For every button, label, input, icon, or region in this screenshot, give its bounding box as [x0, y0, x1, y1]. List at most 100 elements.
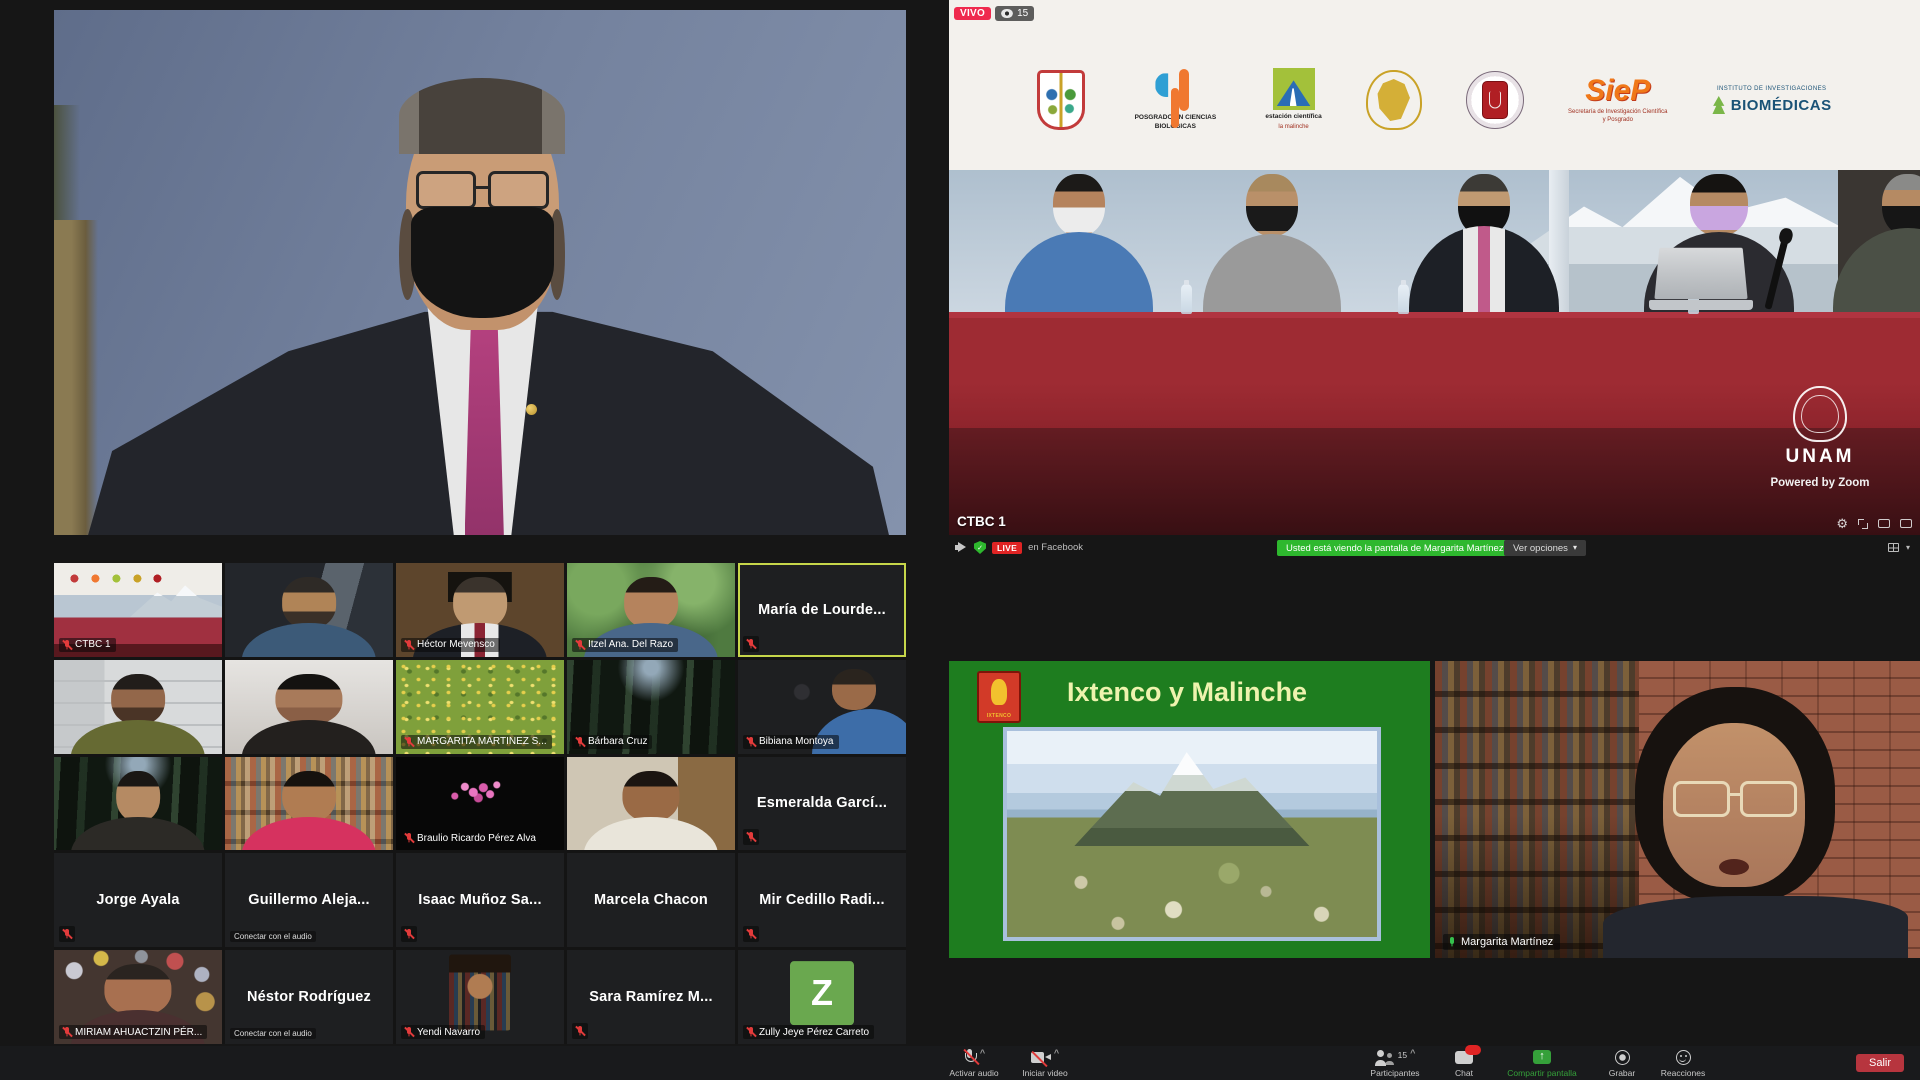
expand-icon[interactable]: [1858, 519, 1868, 529]
uat-seal-icon: [1466, 71, 1524, 129]
screen-share-bar: ✓ LIVE en Facebook Usted está viendo la …: [949, 539, 1920, 559]
participant-tile[interactable]: Marcela Chacon: [567, 853, 735, 947]
reactions-button[interactable]: Reacciones: [1650, 1049, 1716, 1078]
participant-name: CTBC 1: [75, 639, 111, 650]
laptop: [1649, 246, 1753, 310]
participant-tile[interactable]: Mir Cedillo Radi...: [738, 853, 906, 947]
zoom-meeting-window: POSGRADO EN CIENCIAS BIOLÓGICASestación …: [0, 0, 1920, 1080]
malinche-mountain-photo: [1003, 727, 1381, 941]
muted-mic-badge: [401, 926, 417, 942]
panel-room-video[interactable]: POSGRADO EN CIENCIAS BIOLÓGICASestación …: [949, 0, 1920, 535]
muted-mic-badge: [743, 829, 759, 845]
active-speaker-video[interactable]: Margarita Martínez: [1435, 661, 1920, 958]
emblem-label: IXTENCO: [987, 713, 1011, 719]
participant-name: Isaac Muñoz Sa...: [396, 853, 564, 947]
view-options-button[interactable]: Ver opciones ▾: [1504, 540, 1586, 556]
main-speaker-video[interactable]: [54, 10, 906, 535]
participant-tile[interactable]: [54, 757, 222, 851]
participant-tile[interactable]: Néstor RodríguezConectar con el audio: [225, 950, 393, 1044]
biomedicas-caption: INSTITUTO DE INVESTIGACIONES: [1717, 86, 1826, 92]
participant-name-label: CTBC 1: [59, 638, 116, 652]
gear-icon[interactable]: ⚙: [1836, 517, 1848, 530]
muted-mic-badge: [59, 926, 75, 942]
speaker-body: [1603, 896, 1908, 958]
speaker-glasses: [416, 171, 549, 209]
participant-tile[interactable]: Yendi Navarro: [396, 950, 564, 1044]
water-bottle: [1181, 284, 1192, 314]
muted-mic-icon: [746, 831, 756, 843]
chevron-up-icon[interactable]: ^: [1054, 1049, 1059, 1057]
participant-tile[interactable]: [54, 660, 222, 754]
participant-name: Braulio Ricardo Pérez Alva: [417, 833, 536, 844]
biomedicas-logo: INSTITUTO DE INVESTIGACIONESBIOMÉDICAS: [1712, 86, 1832, 114]
face-mask: [411, 207, 554, 318]
participant-name-label: Margarita Martínez: [1443, 934, 1560, 950]
participant-name-label: MIRIAM AHUACTZIN PÉR...: [59, 1025, 207, 1039]
participant-tile[interactable]: ZZully Jeye Pérez Carreto: [738, 950, 906, 1044]
grid-view-icon[interactable]: [1888, 543, 1899, 552]
participant-tile[interactable]: Jorge Ayala: [54, 853, 222, 947]
participant-name: Margarita Martínez: [1461, 936, 1553, 948]
chevron-up-icon[interactable]: ^: [980, 1049, 985, 1057]
muted-mic-icon: [746, 736, 756, 748]
panelist: [1833, 174, 1920, 312]
participants-grid: CTBC 1 Héctor Mevensco Itzel Ana. Del Razo…: [54, 563, 906, 1044]
participant-tile[interactable]: Bibiana Montoya: [738, 660, 906, 754]
participant-name-label: Héctor Mevensco: [401, 638, 500, 652]
unmute-audio-button[interactable]: ^ Activar audio: [938, 1049, 1010, 1078]
participant-tile[interactable]: MIRIAM AHUACTZIN PÉR...: [54, 950, 222, 1044]
start-video-button[interactable]: ^ Iniciar video: [1012, 1049, 1078, 1078]
viewing-screen-banner: Usted está viendo la pantalla de Margari…: [1277, 540, 1513, 556]
chevron-down-icon[interactable]: ▾: [1906, 544, 1910, 552]
participants-icon: [1375, 1050, 1395, 1066]
participant-tile[interactable]: [225, 660, 393, 754]
participant-tile[interactable]: Héctor Mevensco: [396, 563, 564, 657]
panelist: [1404, 174, 1564, 312]
muted-mic-icon: [963, 1049, 977, 1066]
participant-tile[interactable]: [567, 757, 735, 851]
participant-tile[interactable]: [225, 563, 393, 657]
tree-icon: [1712, 96, 1726, 114]
muted-mic-icon: [575, 639, 585, 651]
live-target-label: en Facebook: [1028, 542, 1083, 553]
participant-tile[interactable]: Sara Ramírez M...: [567, 950, 735, 1044]
participant-tile[interactable]: MARGARITA MARTINEZ S...: [396, 660, 564, 754]
record-button[interactable]: Grabar: [1596, 1049, 1648, 1078]
participant-name: María de Lourde...: [738, 563, 906, 657]
logo-caption: POSGRADO EN CIENCIAS BIOLÓGICAS: [1129, 114, 1221, 130]
camera-off-icon: [1031, 1051, 1051, 1065]
gallery-view-icon[interactable]: [1878, 519, 1890, 528]
participant-tile[interactable]: María de Lourde...: [738, 563, 906, 657]
unam-crest-logo: [1366, 70, 1422, 130]
speaker-audio-icon[interactable]: [955, 542, 968, 553]
muted-mic-icon: [404, 736, 414, 748]
participant-tile[interactable]: Itzel Ana. Del Razo: [567, 563, 735, 657]
participant-name: Zully Jeye Pérez Carreto: [759, 1027, 869, 1038]
shared-screen-slide[interactable]: IXTENCO Ixtenco y Malinche: [949, 661, 1430, 958]
unam-crest-icon: [1793, 386, 1847, 442]
participant-name: Esmeralda Garcí...: [738, 757, 906, 851]
participant-name-label: Bibiana Montoya: [743, 735, 839, 749]
participant-tile[interactable]: CTBC 1: [54, 563, 222, 657]
record-icon: [1615, 1050, 1630, 1065]
posgrado-cb-logo: POSGRADO EN CIENCIAS BIOLÓGICAS: [1129, 69, 1221, 130]
muted-mic-icon: [575, 736, 585, 748]
leave-meeting-button[interactable]: Salir: [1856, 1054, 1904, 1072]
participant-tile[interactable]: Esmeralda Garcí...: [738, 757, 906, 851]
participant-tile[interactable]: Isaac Muñoz Sa...: [396, 853, 564, 947]
share-screen-button[interactable]: ↑ Compartir pantalla: [1490, 1049, 1594, 1078]
participant-name-label: Zully Jeye Pérez Carreto: [743, 1025, 874, 1039]
participant-tile[interactable]: Bárbara Cruz: [567, 660, 735, 754]
participant-tile[interactable]: Braulio Ricardo Pérez Alva: [396, 757, 564, 851]
participant-tile[interactable]: Guillermo Aleja...Conectar con el audio: [225, 853, 393, 947]
chevron-up-icon[interactable]: ^: [1410, 1049, 1415, 1057]
fullscreen-icon[interactable]: [1900, 519, 1912, 528]
participant-name-label: Braulio Ricardo Pérez Alva: [401, 831, 541, 845]
participants-button[interactable]: 15 ^ Participantes: [1352, 1049, 1438, 1078]
participant-video: [54, 757, 222, 851]
siep-wordmark: SieP: [1585, 76, 1650, 106]
lapel-pin: [526, 404, 537, 415]
security-shield-icon[interactable]: ✓: [974, 541, 986, 554]
participant-tile[interactable]: [225, 757, 393, 851]
chat-button[interactable]: Chat: [1440, 1049, 1488, 1078]
